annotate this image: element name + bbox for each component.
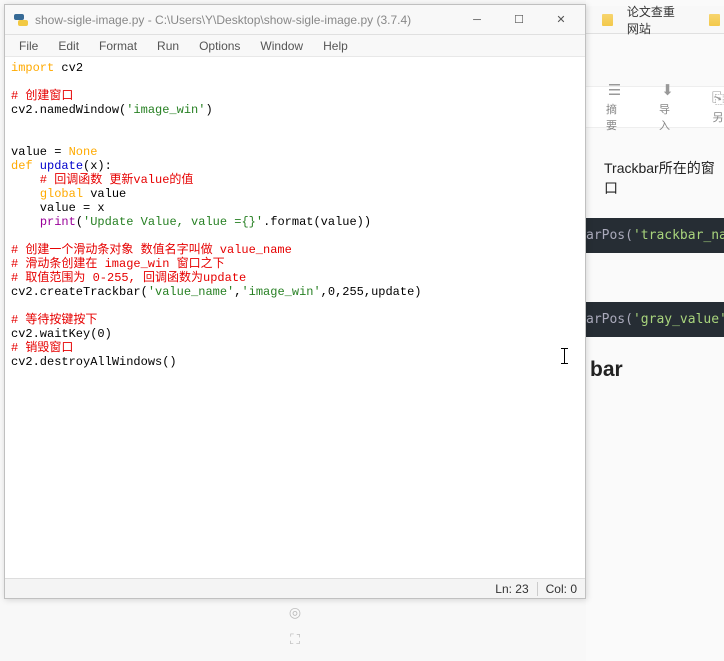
import-button[interactable]: ⬇ 导入 <box>659 81 676 133</box>
article-text: Trackbar所在的窗口 <box>604 158 724 198</box>
menu-bar: File Edit Format Run Options Window Help <box>5 35 585 57</box>
list-icon: ☰ <box>608 81 621 99</box>
window-title: show-sigle-image.py - C:\Users\Y\Desktop… <box>35 13 457 27</box>
menu-edit[interactable]: Edit <box>48 37 89 55</box>
status-bar: Ln: 23 Col: 0 <box>5 578 585 598</box>
code-snippet-2: arPos('gray_value', <box>586 302 724 337</box>
folder-icon <box>709 14 720 26</box>
target-icon[interactable]: ◎ <box>289 604 301 621</box>
folder-icon <box>602 14 613 26</box>
menu-format[interactable]: Format <box>89 37 147 55</box>
bottom-tool-icons: ◎ ⛶ <box>0 604 590 648</box>
code-editor[interactable]: import cv2 # 创建窗口 cv2.namedWindow('image… <box>5 57 585 578</box>
menu-help[interactable]: Help <box>313 37 358 55</box>
menu-window[interactable]: Window <box>250 37 313 55</box>
menu-run[interactable]: Run <box>147 37 189 55</box>
status-col: Col: 0 <box>546 582 577 596</box>
code-snippet-1: arPos('trackbar_name <box>586 218 724 253</box>
window-titlebar[interactable]: show-sigle-image.py - C:\Users\Y\Desktop… <box>5 5 585 35</box>
menu-file[interactable]: File <box>9 37 48 55</box>
summary-button[interactable]: ☰ 摘要 <box>606 81 623 133</box>
python-icon <box>13 12 29 28</box>
article-toolbar: ☰ 摘要 ⬇ 导入 ⎘ 另 <box>586 86 724 128</box>
download-icon: ⬇ <box>661 81 674 99</box>
menu-options[interactable]: Options <box>189 37 250 55</box>
minimize-button[interactable]: ─ <box>457 8 497 32</box>
save-as-button[interactable]: ⎘ 另 <box>712 90 724 125</box>
text-cursor-icon <box>564 348 565 364</box>
idle-editor-window: show-sigle-image.py - C:\Users\Y\Desktop… <box>4 4 586 599</box>
bookmark-label[interactable]: 论文查重网站 <box>627 3 679 37</box>
save-icon: ⎘ <box>712 90 724 107</box>
close-button[interactable]: ✕ <box>541 8 581 32</box>
expand-icon[interactable]: ⛶ <box>290 631 300 648</box>
article-heading: bar <box>590 358 623 382</box>
browser-bookmark-bar: 论文查重网站 <box>586 6 724 34</box>
status-line: Ln: 23 <box>495 582 528 596</box>
maximize-button[interactable]: ☐ <box>499 8 539 32</box>
